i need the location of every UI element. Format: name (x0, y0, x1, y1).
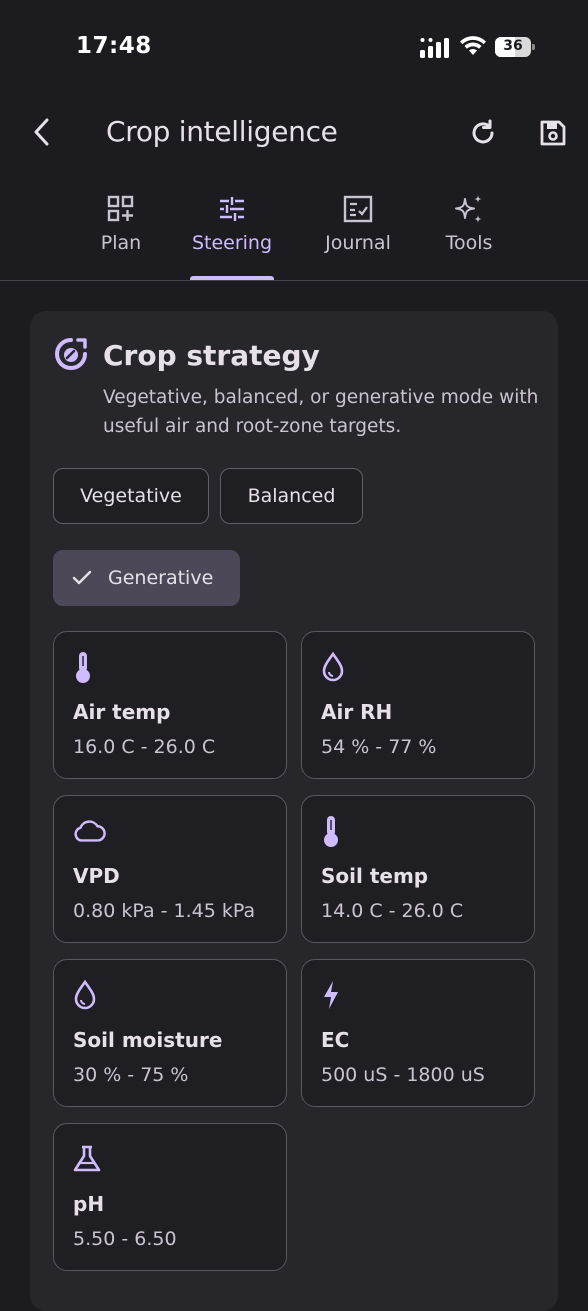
app-bar: Crop intelligence (0, 100, 588, 166)
status-bar: 17:48 36 (0, 0, 588, 96)
metric-value: 54 % - 77 % (321, 736, 437, 758)
refresh-icon (472, 119, 494, 144)
metric-title: EC (321, 1028, 350, 1052)
refresh-button[interactable] (462, 112, 504, 154)
droplet-icon (72, 978, 106, 1012)
chevron-left-icon (34, 118, 49, 146)
battery-indicator: 36 (495, 37, 535, 57)
thermometer-icon (320, 814, 354, 848)
metric-value: 16.0 C - 26.0 C (73, 736, 216, 758)
tab-journal[interactable]: Journal (312, 186, 404, 280)
save-button[interactable] (532, 112, 574, 154)
metric-ec: EC 500 uS - 1800 uS (301, 959, 535, 1107)
signal-icon (420, 38, 449, 58)
mode-chip-vegetative[interactable]: Vegetative (53, 468, 209, 524)
card-description: Vegetative, balanced, or generative mode… (103, 387, 539, 437)
chip-label: Balanced (247, 485, 336, 507)
grid-plus-icon (107, 195, 134, 222)
tab-label: Steering (191, 232, 273, 254)
metric-title: Soil temp (321, 864, 429, 888)
mode-chip-balanced[interactable]: Balanced (220, 468, 363, 524)
back-button[interactable] (22, 112, 62, 152)
tab-steering[interactable]: Steering (182, 186, 282, 280)
tab-bar: Plan Steering Journal Tools (0, 186, 588, 280)
metric-value: 5.50 - 6.50 (73, 1228, 177, 1250)
check-icon (72, 570, 92, 586)
metric-title: VPD (73, 864, 120, 888)
tab-tools[interactable]: Tools (434, 186, 504, 280)
journal-check-icon (343, 195, 373, 223)
tab-label: Plan (100, 232, 142, 254)
metric-value: 14.0 C - 26.0 C (321, 900, 464, 922)
metric-title: Air temp (73, 700, 171, 724)
metric-title: Soil moisture (73, 1028, 223, 1052)
status-time: 17:48 (76, 33, 152, 59)
flask-icon (72, 1142, 106, 1176)
save-icon (540, 120, 566, 146)
sparkles-icon (455, 195, 482, 223)
droplet-icon (320, 650, 354, 684)
thermometer-icon (72, 650, 106, 684)
crop-strategy-card: Crop strategy Vegetative, balanced, or g… (30, 311, 558, 1311)
metric-air-temp: Air temp 16.0 C - 26.0 C (53, 631, 287, 779)
metric-soil-moisture: Soil moisture 30 % - 75 % (53, 959, 287, 1107)
chip-label: Generative (108, 567, 214, 589)
mode-chip-generative[interactable]: Generative (53, 550, 240, 606)
metric-value: 0.80 kPa - 1.45 kPa (73, 900, 256, 922)
battery-level-text: 36 (503, 38, 523, 54)
page-title: Crop intelligence (106, 115, 338, 148)
bolt-icon (320, 978, 354, 1012)
divider (0, 280, 588, 281)
tab-plan[interactable]: Plan (84, 186, 158, 280)
tab-label: Tools (445, 232, 493, 254)
wifi-icon (460, 36, 486, 55)
chip-label: Vegetative (80, 485, 182, 507)
cloud-icon (72, 814, 106, 848)
sliders-icon (220, 197, 244, 221)
metric-title: Air RH (321, 700, 393, 724)
tab-label: Journal (325, 232, 391, 254)
metric-title: pH (73, 1192, 105, 1216)
metric-value: 500 uS - 1800 uS (321, 1064, 485, 1086)
metric-vpd: VPD 0.80 kPa - 1.45 kPa (53, 795, 287, 943)
metric-value: 30 % - 75 % (73, 1064, 189, 1086)
metric-ph: pH 5.50 - 6.50 (53, 1123, 287, 1271)
strategy-icon (55, 338, 87, 370)
metric-soil-temp: Soil temp 14.0 C - 26.0 C (301, 795, 535, 943)
metric-air-rh: Air RH 54 % - 77 % (301, 631, 535, 779)
card-title: Crop strategy (103, 339, 320, 372)
